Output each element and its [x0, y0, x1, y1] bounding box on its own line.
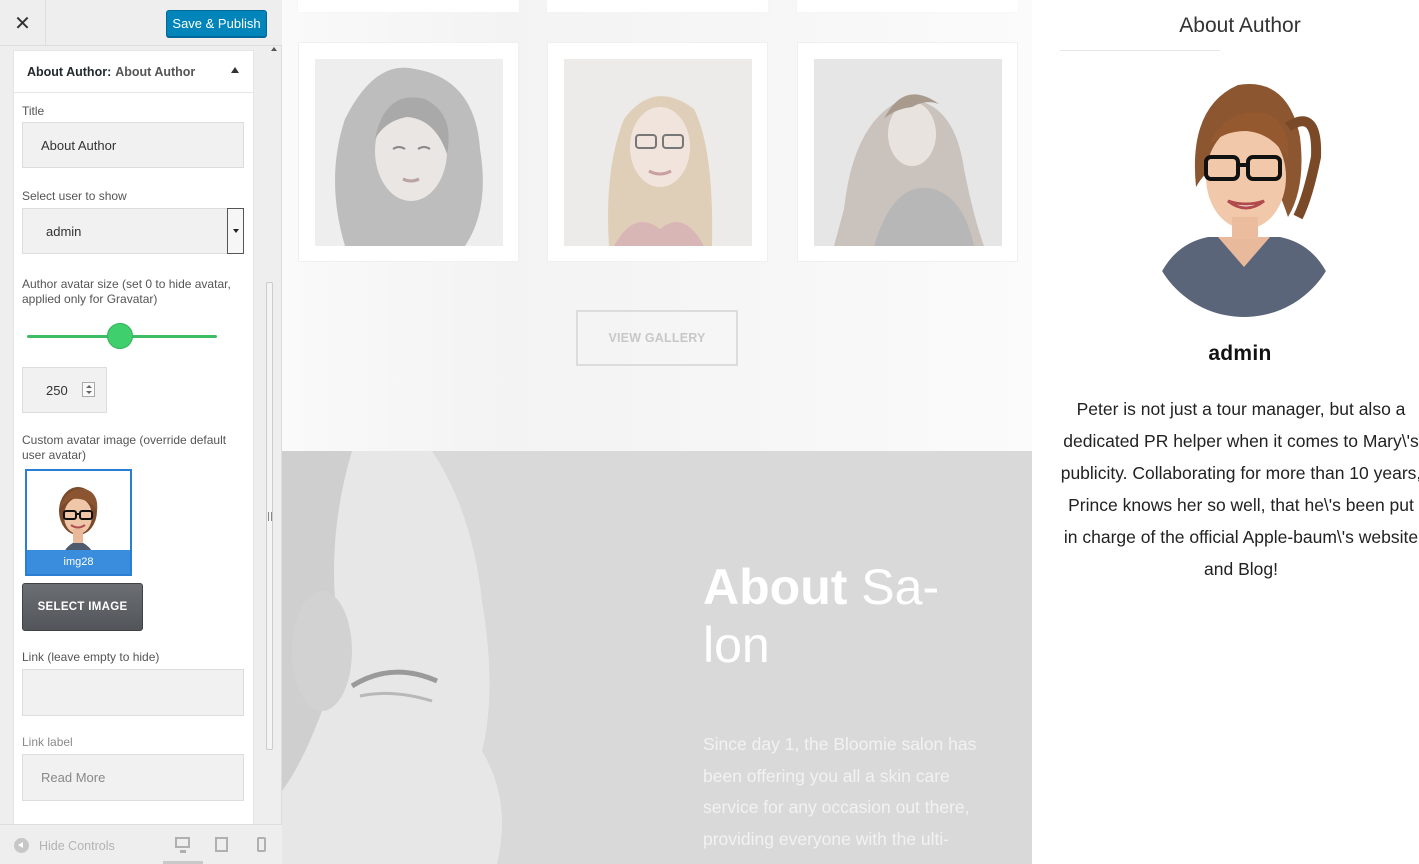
user-select-label: Select user to show — [22, 189, 127, 203]
scroll-up-arrow-icon[interactable] — [271, 47, 277, 51]
custom-avatar-label: Custom avatar image (override default us… — [22, 433, 227, 462]
gallery-image — [315, 59, 503, 246]
heading-bold-part: About — [703, 559, 848, 615]
widget-header[interactable]: About Author: About Author — [14, 51, 253, 93]
about-salon-section: About Sa- lon Since day 1, the Bloomie s… — [282, 451, 1032, 864]
gallery-section: VIEW GALLERY — [282, 0, 1032, 451]
author-avatar — [1148, 67, 1340, 317]
author-name: admin — [1208, 342, 1272, 365]
avatar-size-slider-handle[interactable] — [107, 323, 133, 349]
save-publish-button[interactable]: Save & Publish — [166, 10, 267, 37]
customizer-sidebar: ✕ Save & Publish About Author: About Aut… — [0, 0, 282, 864]
avatar-size-label: Author avatar size (set 0 to hide avatar… — [22, 277, 231, 306]
gallery-image — [814, 59, 1002, 246]
link-label-input[interactable]: Read More — [22, 754, 244, 801]
gallery-card[interactable] — [298, 42, 519, 262]
view-gallery-button[interactable]: VIEW GALLERY — [576, 310, 738, 366]
select-image-button[interactable]: SELECT IMAGE — [22, 583, 143, 631]
tablet-icon[interactable] — [215, 837, 228, 852]
collapse-sidebar-icon — [14, 838, 29, 853]
title-input[interactable]: About Author — [22, 122, 244, 168]
author-bio: Peter is not just a tour manager, but al… — [1060, 399, 1419, 579]
number-spinner-icon[interactable] — [82, 382, 95, 397]
widget-instance-title: About Author — [115, 64, 196, 79]
desktop-icon[interactable] — [175, 837, 190, 853]
site-preview: VIEW GALLERY About Sa- lon Since day 1, … — [282, 0, 1419, 864]
about-salon-text: Since day 1, the Bloomie salon has been … — [703, 734, 977, 849]
link-field-label: Link (leave empty to hide) — [22, 650, 160, 664]
hide-controls-label: Hide Controls — [39, 838, 115, 853]
customizer-header: ✕ Save & Publish — [0, 0, 282, 46]
salon-portrait-image — [282, 451, 702, 864]
user-select-dropdown-button[interactable] — [227, 208, 244, 254]
customizer-footer: Hide Controls — [0, 824, 282, 864]
link-label-field-label: Link label — [22, 735, 73, 749]
custom-avatar-thumbnail[interactable]: img28 — [25, 469, 132, 576]
collapse-arrow-icon[interactable] — [231, 67, 239, 73]
gallery-card-edge — [298, 0, 519, 12]
gallery-card-edge — [547, 0, 768, 12]
hide-controls-button[interactable]: Hide Controls — [14, 838, 115, 853]
gallery-card[interactable] — [547, 42, 768, 262]
close-icon: ✕ — [14, 12, 31, 35]
about-salon-heading: About Sa- lon — [703, 558, 1003, 674]
mobile-icon[interactable] — [257, 837, 266, 852]
user-select[interactable]: admin — [22, 208, 228, 254]
link-input[interactable] — [22, 669, 244, 716]
close-customizer-button[interactable]: ✕ — [0, 0, 46, 46]
resize-grip-icon[interactable] — [268, 512, 272, 521]
gallery-card-edge — [797, 0, 1018, 12]
gallery-image — [564, 59, 752, 246]
chevron-down-icon — [232, 229, 239, 233]
thumbnail-caption: img28 — [27, 550, 130, 574]
title-field-label: Title — [22, 104, 45, 118]
author-widget-title: About Author — [1179, 14, 1301, 37]
gallery-card[interactable] — [797, 42, 1018, 262]
widget-type-label: About Author: — [27, 64, 112, 79]
title-divider — [1060, 50, 1220, 51]
